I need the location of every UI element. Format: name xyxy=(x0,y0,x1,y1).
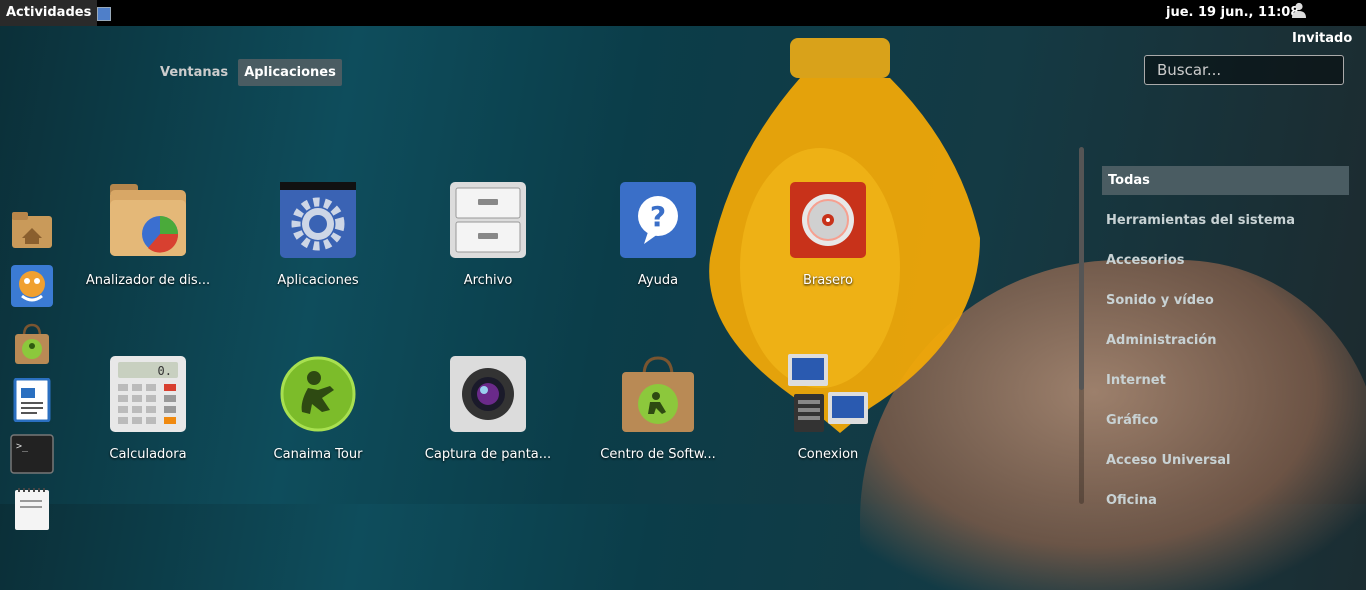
category-oficina[interactable]: Oficina xyxy=(1102,486,1349,515)
view-tabs: Ventanas Aplicaciones xyxy=(154,59,346,86)
tab-aplicaciones[interactable]: Aplicaciones xyxy=(238,59,342,86)
tab-ventanas[interactable]: Ventanas xyxy=(154,59,234,86)
category-acceso-universal[interactable]: Acceso Universal xyxy=(1102,446,1349,475)
app-archivo[interactable]: Archivo xyxy=(403,180,573,330)
app-canaima-tour[interactable]: Canaima Tour xyxy=(233,354,403,504)
app-label: Brasero xyxy=(802,273,853,288)
user-menu[interactable]: Invitado xyxy=(1292,0,1366,52)
app-label: Archivo xyxy=(463,273,513,288)
top-bar: Actividades jue. 19 jun., 11:08 Invitado xyxy=(0,0,1366,46)
app-label: Calculadora xyxy=(109,447,187,462)
app-label: Centro de Softw... xyxy=(600,447,716,462)
category-herramientas[interactable]: Herramientas del sistema xyxy=(1102,206,1349,235)
app-label: Analizador de dis... xyxy=(85,273,211,288)
app-aplicaciones[interactable]: Aplicaciones xyxy=(233,180,403,330)
settings-gear-icon xyxy=(280,182,356,258)
app-ayuda[interactable]: ? Ayuda xyxy=(573,180,743,330)
category-accesorios[interactable]: Accesorios xyxy=(1102,246,1349,275)
svg-text:>_: >_ xyxy=(16,441,29,452)
shopping-bag-icon xyxy=(622,356,694,432)
app-label: Canaima Tour xyxy=(273,447,363,462)
disk-usage-icon xyxy=(110,184,186,256)
app-analizador[interactable]: Analizador de dis... xyxy=(63,180,233,330)
activities-button[interactable]: Actividades xyxy=(0,0,98,26)
search-box[interactable] xyxy=(1144,55,1344,85)
help-icon: ? xyxy=(620,182,696,258)
canaima-tour-icon xyxy=(280,356,356,432)
window-icon[interactable] xyxy=(97,7,111,21)
app-label: Conexion xyxy=(797,447,859,462)
remote-desktop-icon xyxy=(788,354,868,432)
scrollbar-thumb[interactable] xyxy=(1079,147,1084,390)
tux-paint-icon[interactable] xyxy=(10,264,54,308)
category-internet[interactable]: Internet xyxy=(1102,366,1349,395)
search-input[interactable] xyxy=(1157,57,1337,83)
svg-text:?: ? xyxy=(650,200,666,233)
category-sonido-video[interactable]: Sonido y vídeo xyxy=(1102,286,1349,315)
app-label: Captura de panta... xyxy=(424,447,552,462)
text-editor-icon[interactable] xyxy=(10,486,54,530)
app-brasero[interactable]: Brasero xyxy=(743,180,913,330)
category-list: Todas Herramientas del sistema Accesorio… xyxy=(1102,166,1349,526)
writer-document-icon[interactable] xyxy=(10,378,54,422)
file-cabinet-icon xyxy=(450,182,526,258)
calculator-icon: 0. xyxy=(110,356,186,432)
app-centro-software[interactable]: Centro de Softw... xyxy=(573,354,743,504)
app-conexion[interactable]: Conexion xyxy=(743,354,913,504)
terminal-icon[interactable]: >_ xyxy=(10,432,54,476)
svg-text:0.: 0. xyxy=(158,364,172,378)
home-folder-icon[interactable] xyxy=(10,208,54,252)
clock[interactable]: jue. 19 jun., 11:08 xyxy=(1166,0,1299,26)
user-icon xyxy=(1292,2,1306,18)
app-label: Ayuda xyxy=(637,273,679,288)
app-captura[interactable]: Captura de panta... xyxy=(403,354,573,504)
category-grafico[interactable]: Gráfico xyxy=(1102,406,1349,435)
camera-icon xyxy=(450,356,526,432)
category-todas[interactable]: Todas xyxy=(1102,166,1349,195)
disc-burner-icon xyxy=(790,182,866,258)
category-administracion[interactable]: Administración xyxy=(1102,326,1349,355)
app-label: Aplicaciones xyxy=(277,273,359,288)
app-calculadora[interactable]: 0. Calculadora xyxy=(63,354,233,504)
software-center-icon[interactable] xyxy=(10,322,54,366)
user-name: Invitado xyxy=(1292,31,1353,46)
